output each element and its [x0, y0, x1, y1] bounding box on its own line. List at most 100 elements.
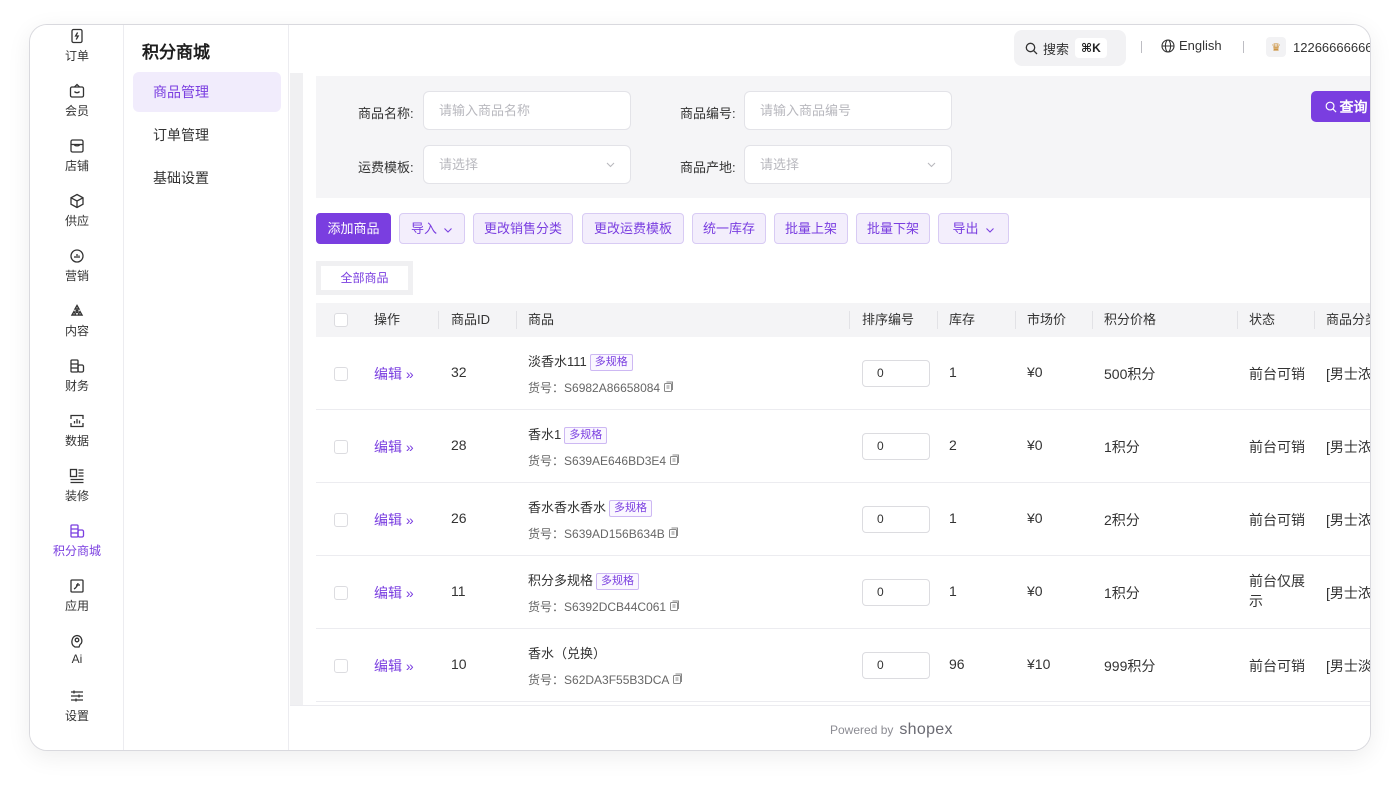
rail-item-ai[interactable]: Ai	[30, 633, 124, 666]
row-checkbox[interactable]	[334, 367, 348, 381]
product-code-input[interactable]: 请输入商品编号	[744, 91, 952, 130]
rail-item-finance[interactable]: 财务	[30, 358, 124, 394]
points-mall-icon	[70, 524, 85, 538]
sku-value: S639AE646BD3E4	[564, 454, 667, 468]
column-header-op: 操作	[374, 312, 401, 327]
user-menu[interactable]: ♛ 12266666666	[1266, 37, 1370, 57]
shipping-template-select[interactable]: 请选择	[423, 145, 631, 184]
copy-icon[interactable]	[669, 600, 680, 611]
add-product-button[interactable]: 添加商品	[316, 213, 391, 244]
sku-prefix: 货号：	[528, 600, 565, 614]
powered-by: Powered by shopex	[830, 721, 953, 739]
rail-item-data[interactable]: 数据	[30, 413, 124, 449]
rail-item-marketing[interactable]: 营销	[30, 248, 124, 284]
column-divider	[438, 311, 439, 329]
column-divider	[937, 311, 938, 329]
tab-all-products[interactable]: 全部商品	[321, 266, 408, 290]
table-row: 编辑 » 11 积分多规格 多规格 货号：S6392DCB44C061 0 1 ¥…	[316, 556, 1370, 629]
market-price: ¥0	[1027, 510, 1043, 526]
column-header-category: 商品分类	[1326, 312, 1370, 327]
row-checkbox[interactable]	[334, 659, 348, 673]
submenu-item-basic-settings[interactable]: 基础设置	[133, 158, 281, 198]
product-sku: 货号：S639AE646BD3E4	[528, 452, 680, 469]
rail-item-points-mall[interactable]: 积分商城	[30, 523, 124, 559]
product-info: 淡香水111 多规格	[528, 351, 633, 371]
product-sku: 货号：S639AD156B634B	[528, 525, 679, 542]
query-button[interactable]: 查询	[1311, 91, 1370, 122]
sort-order-input[interactable]: 0	[862, 433, 930, 460]
edit-link[interactable]: 编辑 »	[374, 583, 414, 603]
sort-order-input[interactable]: 0	[862, 579, 930, 606]
vertical-scrollbar[interactable]	[290, 73, 303, 705]
row-checkbox[interactable]	[334, 440, 348, 454]
points-price: 999积分	[1104, 658, 1156, 674]
rail-label: 装修	[64, 489, 89, 503]
sort-order-input[interactable]: 0	[862, 360, 930, 387]
product-info: 积分多规格 多规格	[528, 570, 640, 590]
edit-link[interactable]: 编辑 »	[374, 364, 414, 384]
product-name-input[interactable]: 请输入商品名称	[423, 91, 631, 130]
edit-link[interactable]: 编辑 »	[374, 656, 414, 676]
rail-label: 供应	[64, 214, 89, 228]
sort-order-input[interactable]: 0	[862, 652, 930, 679]
rail-item-supply[interactable]: 供应	[30, 193, 124, 229]
points-price: 2积分	[1104, 512, 1140, 528]
table-row: 编辑 » 26 香水香水香水 多规格 货号：S639AD156B634B 0 1 …	[316, 483, 1370, 556]
global-search-button[interactable]: 搜索 ⌘K	[1014, 30, 1126, 66]
row-checkbox[interactable]	[334, 513, 348, 527]
top-bar: 搜索 ⌘K English ♛ 12266666666	[290, 25, 1370, 73]
chevron-down-icon	[927, 162, 936, 168]
batch-delist-button[interactable]: 批量下架	[856, 213, 930, 244]
product-origin-select[interactable]: 请选择	[744, 145, 952, 184]
category-text: [男士淡	[1326, 658, 1370, 674]
unify-stock-button[interactable]: 统一库存	[692, 213, 766, 244]
topbar-divider	[1141, 41, 1142, 53]
search-icon	[1025, 42, 1038, 54]
import-dropdown-button[interactable]: 导入	[399, 213, 465, 244]
column-header-points-price: 积分价格	[1104, 312, 1157, 327]
sku-prefix: 货号：	[528, 527, 565, 541]
rail-item-apps[interactable]: 应用	[30, 578, 124, 614]
apps-icon	[70, 579, 84, 593]
batch-list-button[interactable]: 批量上架	[774, 213, 848, 244]
rail-item-store[interactable]: 店铺	[30, 138, 124, 174]
select-all-checkbox[interactable]	[334, 313, 348, 327]
copy-icon[interactable]	[663, 381, 674, 392]
rail-item-content[interactable]: 内容	[30, 303, 124, 339]
copy-icon[interactable]	[668, 527, 679, 538]
language-switcher[interactable]: English	[1161, 38, 1222, 53]
export-dropdown-button[interactable]: 导出	[938, 213, 1009, 244]
rail-item-settings[interactable]: 设置	[30, 688, 124, 724]
filter-panel: 商品名称: 请输入商品名称 商品编号: 请输入商品编号 运费模板: 请选择 商品…	[316, 76, 1370, 198]
copy-icon[interactable]	[669, 454, 680, 465]
stock-value: 2	[949, 437, 957, 453]
column-header-product: 商品	[528, 312, 555, 327]
search-shortcut: ⌘K	[1075, 38, 1107, 58]
edit-link[interactable]: 编辑 »	[374, 437, 414, 457]
avatar: ♛	[1266, 37, 1286, 57]
copy-icon[interactable]	[672, 673, 683, 684]
product-info: 香水1 多规格	[528, 424, 608, 444]
change-shipping-template-button[interactable]: 更改运费模板	[582, 213, 684, 244]
filter-label-product-name: 商品名称:	[358, 106, 414, 121]
sort-order-input[interactable]: 0	[862, 506, 930, 533]
stock-value: 1	[949, 510, 957, 526]
rail-item-decoration[interactable]: 装修	[30, 468, 124, 504]
row-checkbox[interactable]	[334, 586, 348, 600]
rail-item-members[interactable]: 会员	[30, 83, 124, 119]
category-text: [男士浓	[1326, 366, 1370, 382]
edit-link[interactable]: 编辑 »	[374, 510, 414, 530]
table-row: 编辑 » 32 淡香水111 多规格 货号：S6982A86658084 0 1 …	[316, 337, 1370, 410]
submenu-item-orders[interactable]: 订单管理	[133, 115, 281, 155]
rail-item-orders[interactable]: 订单	[30, 28, 124, 64]
rail-label: 营销	[64, 269, 89, 283]
table-row: 编辑 » 28 香水1 多规格 货号：S639AE646BD3E4 0 2 ¥0 …	[316, 410, 1370, 483]
order-icon	[71, 28, 83, 44]
submenu-item-products[interactable]: 商品管理	[133, 72, 281, 112]
search-icon	[1325, 101, 1337, 113]
product-tabs: 全部商品	[316, 261, 413, 295]
market-price: ¥10	[1027, 656, 1051, 672]
column-divider	[1237, 311, 1238, 329]
select-placeholder: 请选择	[439, 157, 479, 172]
change-sales-category-button[interactable]: 更改销售分类	[473, 213, 573, 244]
